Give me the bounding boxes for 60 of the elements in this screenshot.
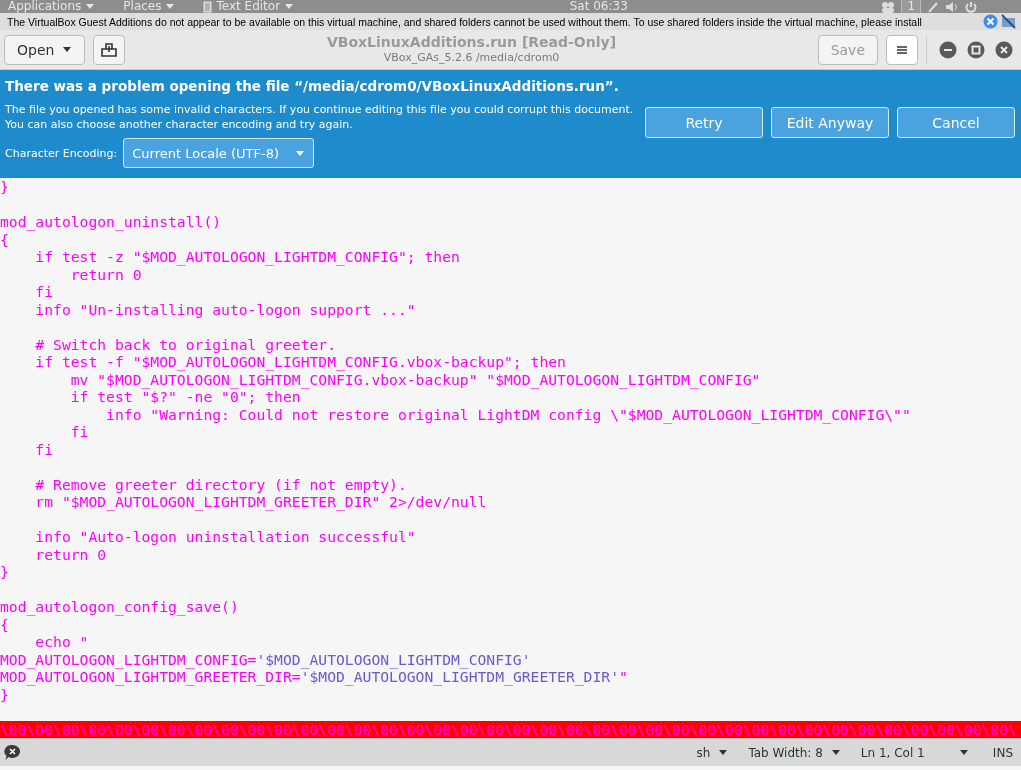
menu-button[interactable] [886, 34, 918, 65]
minimize-icon[interactable] [939, 40, 957, 59]
code-line: return 0 [69, 265, 142, 283]
workspace-indicator[interactable]: 1 [901, 0, 921, 13]
dialog-button[interactable]: Cancel [897, 107, 1015, 138]
encoding-label: Character Encoding: [5, 146, 118, 160]
code-line: info "Auto-logon uninstallation successful" [34, 528, 416, 546]
code-line: info "Un-installing auto-logon support ..." [34, 300, 416, 318]
status-dropdown[interactable]: Tab Width: 8 [738, 745, 851, 760]
status-dropdown[interactable]: Ln 1, Col 1 [850, 745, 979, 760]
code-line: fi [34, 283, 54, 301]
code-line: } [0, 685, 9, 703]
code-line: mv "$MOD_AUTOLOGON_LIGHTDM_CONFIG.vbox-backup" "$MOD_AUTOLOGON_LIGHTDM_CONFIG" [69, 370, 761, 388]
dialog-button[interactable]: Retry [645, 107, 763, 138]
top-menu[interactable]: Text Editor [203, 0, 295, 13]
top-menu[interactable]: Places [123, 0, 176, 13]
caret-icon [295, 149, 306, 157]
new-tab-button[interactable] [93, 34, 126, 65]
dialog-button[interactable]: Edit Anyway [771, 107, 889, 138]
code-line: MOD_AUTOLOGON_LIGHTDM_CONFIG='$MOD_AUTOLOGON_LIGHTDM_CONFIG' [0, 650, 531, 668]
window-subtitle: VBox_GAs_5.2.6 /media/cdrom0 [383, 50, 560, 65]
code-line: { [0, 615, 9, 633]
notification-message: The VirtualBox Guest Additions do not appear to be available on this virtual machine, and shared folders cannot be used without them. To use shared folders inside the virtual machine, please install [7, 15, 923, 28]
close-icon[interactable] [995, 40, 1013, 59]
caret-icon [718, 749, 729, 756]
code-line: fi [69, 423, 89, 441]
code-line: return 0 [34, 545, 107, 563]
caret-icon [62, 46, 73, 53]
code-line: mod_autologon_config_save() [0, 598, 239, 616]
error-title: There was a problem opening the file “/media/cdrom0/VBoxLinuxAdditions.run”. [5, 78, 620, 94]
notification-icon[interactable] [4, 744, 21, 761]
code-line: MOD_AUTOLOGON_LIGHTDM_GREETER_DIR='$MOD_AUTOLOGON_LIGHTDM_GREETER_DIR'" [0, 668, 628, 686]
code-line: # Switch back to original greeter. [34, 335, 337, 353]
clock[interactable]: Sat 06:33 [569, 0, 628, 13]
open-button[interactable]: Open [4, 34, 86, 65]
top-menu[interactable]: Applications [8, 0, 96, 13]
code-line: } [0, 178, 9, 196]
code-line: { [0, 230, 9, 248]
error-message: The file you opened has some invalid characters. If you continue editing this file you could corrupt this document. [5, 102, 635, 117]
menu-icon [896, 44, 908, 55]
encoding-dropdown[interactable]: Current Locale (UTF-8) [123, 138, 315, 168]
code-line: rm "$MOD_AUTOLOGON_LIGHTDM_GREETER_DIR" 2>/dev/null [34, 493, 487, 511]
window-title: VBoxLinuxAdditions.run [Read-Only] [326, 34, 617, 50]
code-line: if test -z "$MOD_AUTOLOGON_LIGHTDM_CONFIG"; then [34, 248, 460, 266]
status-dropdown[interactable]: sh [686, 745, 739, 760]
error-message: You can also choose another character encoding and try again. [5, 117, 354, 132]
code-line: echo " [34, 633, 89, 651]
code-line: if test -f "$MOD_AUTOLOGON_LIGHTDM_CONFIG.vbox-backup"; then [34, 353, 566, 371]
close-icon[interactable] [983, 14, 998, 29]
insert-mode: INS [991, 745, 1013, 760]
code-line: if test "$?" -ne "0"; then [69, 388, 301, 406]
code-line: } [0, 563, 9, 581]
maximize-icon[interactable] [967, 40, 985, 59]
code-line: # Remove greeter directory (if not empty). [34, 475, 407, 493]
code-line: mod_autologon_uninstall() [0, 213, 222, 231]
new-document-icon [101, 42, 118, 57]
code-line: info "Warning: Could not restore original LightDM config \"$MOD_AUTOLOGON_LIGHTDM_CONFIG\"" [105, 405, 911, 423]
caret-icon [830, 749, 841, 756]
caret-icon [958, 749, 969, 756]
code-line: fi [34, 440, 54, 458]
